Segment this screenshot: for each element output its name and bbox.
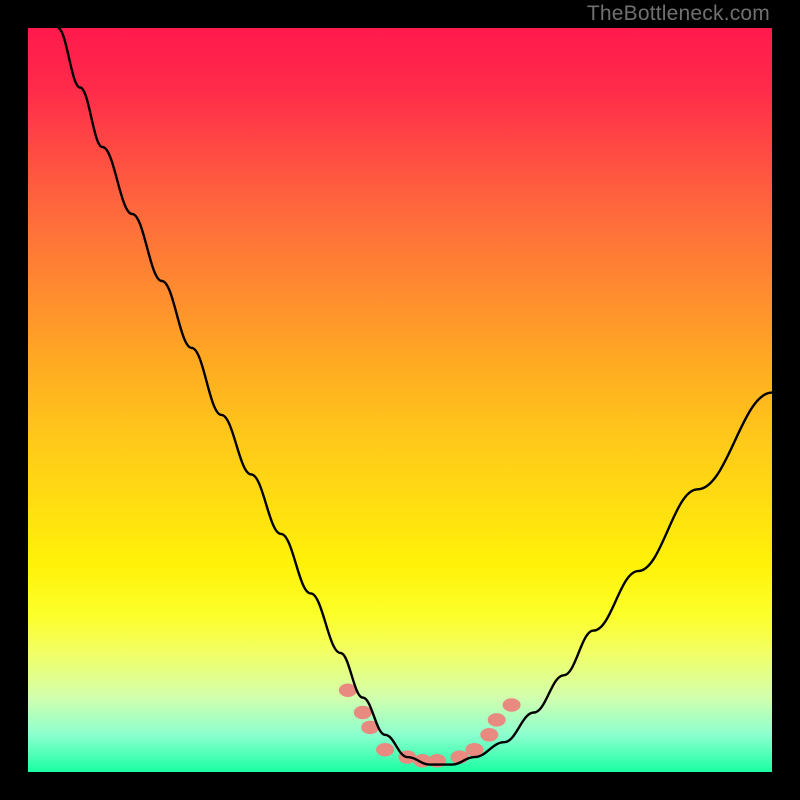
chart-plot-area: [28, 28, 772, 772]
highlight-dot: [488, 713, 506, 727]
highlight-markers: [339, 683, 521, 767]
highlight-dot: [480, 728, 498, 742]
highlight-dot: [354, 706, 372, 720]
attribution-label: TheBottleneck.com: [587, 2, 770, 26]
bottleneck-curve-path: [58, 28, 772, 765]
highlight-dot: [503, 698, 521, 712]
highlight-dot: [376, 743, 394, 757]
chart-frame: TheBottleneck.com: [0, 0, 800, 800]
chart-svg: [28, 28, 772, 772]
